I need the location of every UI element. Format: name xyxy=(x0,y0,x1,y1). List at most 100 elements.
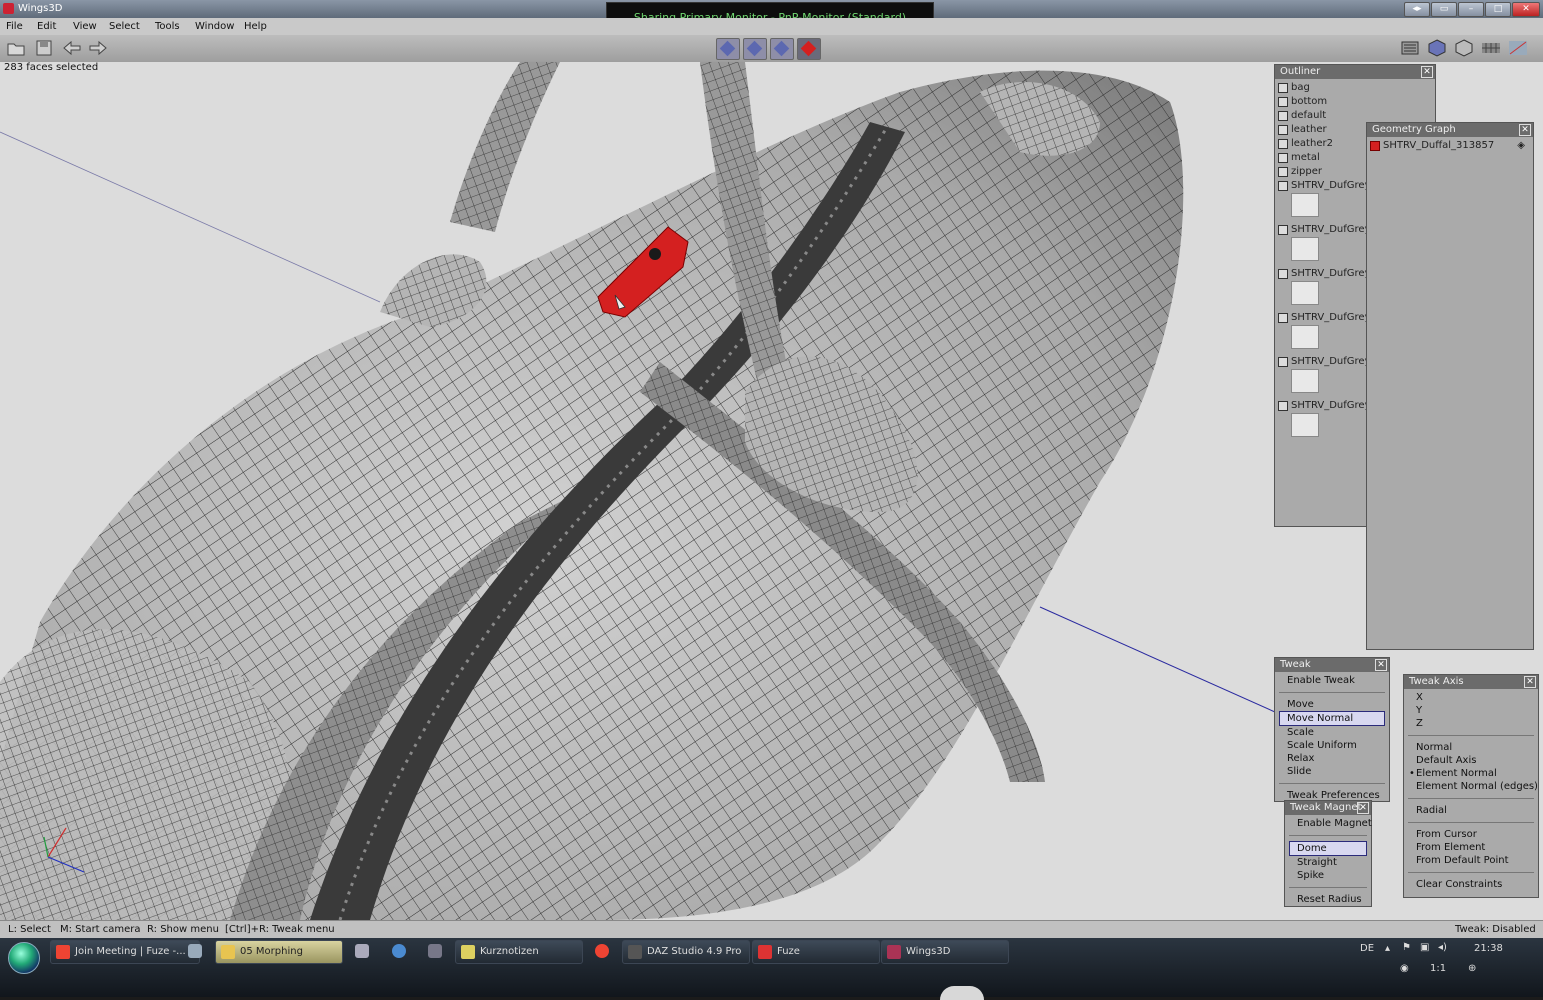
axis-item-x[interactable]: X xyxy=(1404,691,1538,704)
close-button[interactable]: ✕ xyxy=(1512,2,1540,17)
restore-icon[interactable]: ◂▸ xyxy=(1404,2,1430,17)
close-icon[interactable]: ✕ xyxy=(1357,802,1369,814)
axis-default-item[interactable]: Default Axis xyxy=(1404,754,1538,767)
material-label: leather xyxy=(1291,124,1327,135)
menu-edit[interactable]: Edit xyxy=(37,21,56,32)
mouse-icon[interactable]: ◉ xyxy=(1400,963,1409,974)
menu-window[interactable]: Window xyxy=(195,21,234,32)
image-thumbnail xyxy=(1291,369,1319,393)
zoom-level[interactable]: 1:1 xyxy=(1430,963,1446,974)
tweak-mode-item[interactable]: Slide xyxy=(1275,765,1389,778)
from-default-point-item[interactable]: From Default Point xyxy=(1404,854,1538,867)
geometry-graph-header: Geometry Graph ✕ xyxy=(1367,123,1533,137)
magnet-type-item[interactable]: Spike xyxy=(1285,869,1371,882)
object-label: SHTRV_Duffal_313857 xyxy=(1383,140,1495,151)
radial-item[interactable]: Radial xyxy=(1404,804,1538,817)
network-icon[interactable]: ▣ xyxy=(1420,942,1429,953)
task-05-morphing[interactable]: 05 Morphing xyxy=(215,940,343,964)
axes-icon[interactable] xyxy=(1508,39,1528,57)
enable-magnet-item[interactable]: Enable Magnet xyxy=(1285,817,1372,830)
task-daz-studio[interactable]: DAZ Studio 4.9 Pro xyxy=(622,940,750,964)
from-element-item[interactable]: From Element xyxy=(1404,841,1538,854)
divider xyxy=(1408,872,1534,873)
open-icon[interactable] xyxy=(6,39,26,57)
menu-view[interactable]: View xyxy=(73,21,97,32)
from-cursor-item[interactable]: From Cursor xyxy=(1404,828,1538,841)
menu-tools[interactable]: Tools xyxy=(155,21,180,32)
enable-tweak-item[interactable]: Enable Tweak xyxy=(1275,674,1389,687)
task-label: Join Meeting | Fuze -... xyxy=(75,946,186,957)
tweak-mode-item-selected[interactable]: Move Normal xyxy=(1279,711,1385,726)
object-item[interactable]: SHTRV_Duffal_313857 ◈ xyxy=(1367,139,1533,153)
tweak-mode-item[interactable]: Move xyxy=(1275,698,1389,711)
volume-icon[interactable]: ◂) xyxy=(1438,942,1447,953)
shaded-view-icon[interactable] xyxy=(1427,39,1447,57)
close-icon[interactable]: ✕ xyxy=(1375,659,1387,671)
task-kurznotizen[interactable]: Kurznotizen xyxy=(455,940,583,964)
sticky-notes-icon xyxy=(461,945,475,959)
redo-icon[interactable] xyxy=(88,39,108,57)
undo-icon[interactable] xyxy=(62,39,82,57)
material-item[interactable]: default xyxy=(1275,109,1435,123)
tweak-mode-item[interactable]: Relax xyxy=(1275,752,1389,765)
close-icon[interactable]: ✕ xyxy=(1524,676,1536,688)
axis-item-z[interactable]: Z xyxy=(1404,717,1538,730)
menu-file[interactable]: File xyxy=(6,21,23,32)
tweak-mode-item[interactable]: Scale Uniform xyxy=(1275,739,1389,752)
body-mode-icon[interactable] xyxy=(797,38,821,60)
divider xyxy=(1408,798,1534,799)
close-icon[interactable]: ✕ xyxy=(1519,124,1531,136)
language-indicator[interactable]: DE xyxy=(1360,943,1374,954)
material-label: bottom xyxy=(1291,96,1328,107)
task-wings3d[interactable]: Wings3D xyxy=(881,940,1009,964)
magnet-type-item[interactable]: Straight xyxy=(1285,856,1371,869)
material-icon xyxy=(1278,83,1288,93)
window-icon[interactable]: ▭ xyxy=(1431,2,1457,17)
edge-mode-icon[interactable] xyxy=(743,38,767,60)
window-title: Wings3D xyxy=(18,3,63,14)
grid-icon[interactable] xyxy=(1481,39,1501,57)
clear-constraints-item[interactable]: Clear Constraints xyxy=(1404,878,1538,891)
maximize-button[interactable]: □ xyxy=(1485,2,1511,17)
minimize-button[interactable]: – xyxy=(1458,2,1484,17)
wireframe-view-icon[interactable] xyxy=(1454,39,1474,57)
fit-screen-icon[interactable]: ⊕ xyxy=(1468,963,1476,974)
axis-normal-item[interactable]: Normal xyxy=(1404,741,1538,754)
tweak-mode-item[interactable]: Scale xyxy=(1275,726,1389,739)
flag-icon[interactable]: ⚑ xyxy=(1402,942,1411,953)
chevron-up-icon[interactable]: ▴ xyxy=(1385,943,1390,954)
axis-element-normal-edges-item[interactable]: Element Normal (edges) xyxy=(1404,780,1538,793)
hint-rmb: R: Show menu xyxy=(147,924,219,935)
object-icon xyxy=(1370,141,1380,151)
notepad-icon[interactable] xyxy=(355,944,369,958)
visibility-icon[interactable]: ◈ xyxy=(1517,139,1525,153)
3d-viewport[interactable]: 283 faces selected Outliner ✕ bag bottom … xyxy=(0,62,1543,920)
divider xyxy=(1408,822,1534,823)
outliner-toggle-icon[interactable] xyxy=(1400,39,1420,57)
task-fuze[interactable]: Fuze xyxy=(752,940,880,964)
menu-select[interactable]: Select xyxy=(109,21,140,32)
save-icon[interactable] xyxy=(34,39,54,57)
vertex-mode-icon[interactable] xyxy=(716,38,740,60)
chrome-icon[interactable] xyxy=(595,944,609,958)
material-icon xyxy=(1278,153,1288,163)
task-fuze-meeting[interactable]: Join Meeting | Fuze -... xyxy=(50,940,200,964)
menu-bar: File Edit View Select Tools Window Help xyxy=(0,18,1543,36)
browser-icon[interactable] xyxy=(392,944,406,958)
axis-element-normal-item-selected[interactable]: Element Normal xyxy=(1404,767,1538,780)
face-mode-icon-alt[interactable] xyxy=(770,38,794,60)
axis-item-y[interactable]: Y xyxy=(1404,704,1538,717)
clock[interactable]: 21:38 xyxy=(1474,943,1503,954)
status-bar: L: Select M: Start camera R: Show menu [… xyxy=(0,920,1543,939)
material-item[interactable]: bag xyxy=(1275,81,1435,95)
remote-desktop-icon[interactable] xyxy=(428,944,442,958)
explorer-icon[interactable] xyxy=(188,944,202,958)
tweak-title: Tweak xyxy=(1280,659,1311,670)
share-control-tab[interactable] xyxy=(940,986,984,1000)
close-icon[interactable]: ✕ xyxy=(1421,66,1433,78)
reset-radius-item[interactable]: Reset Radius xyxy=(1285,893,1371,906)
magnet-type-item-selected[interactable]: Dome xyxy=(1289,841,1367,856)
material-item[interactable]: bottom xyxy=(1275,95,1435,109)
start-button[interactable] xyxy=(8,942,40,974)
menu-help[interactable]: Help xyxy=(244,21,267,32)
